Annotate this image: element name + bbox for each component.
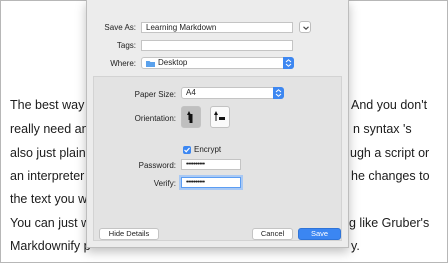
paper-size-value: A4: [186, 88, 196, 97]
doc-line-2-right: n syntax 's: [353, 122, 412, 136]
doc-line-7-right: y.: [351, 239, 360, 253]
hide-details-button[interactable]: Hide Details: [99, 228, 159, 240]
paper-size-stepper: [273, 87, 284, 99]
orientation-landscape-button[interactable]: [210, 106, 230, 128]
expand-toggle-button[interactable]: [299, 21, 311, 33]
doc-line-5-left: the text you w: [10, 192, 88, 206]
doc-line-3-right: ugh a script or: [350, 146, 430, 160]
doc-line-1-right: And you don't: [351, 98, 428, 112]
doc-line-4-left: an interpreter c: [10, 169, 95, 183]
password-input[interactable]: ••••••••••: [181, 159, 241, 170]
chevron-down-icon: [303, 26, 309, 30]
encrypt-checkbox[interactable]: [183, 146, 191, 154]
landscape-icon: [214, 111, 225, 121]
password-label: Password:: [138, 161, 176, 170]
tags-label: Tags:: [116, 41, 136, 50]
doc-line-7-left: Markdownify p: [10, 239, 91, 253]
where-value: Desktop: [158, 58, 188, 67]
updown-arrows-icon: [285, 59, 292, 67]
updown-arrows-icon: [275, 89, 282, 97]
orientation-label: Orientation:: [134, 114, 176, 123]
save-as-input[interactable]: Learning Markdown: [141, 22, 293, 33]
orientation-portrait-button[interactable]: [181, 106, 201, 128]
where-popup[interactable]: Desktop: [141, 57, 294, 69]
doc-line-4-right: he changes to: [351, 169, 430, 183]
verify-label: Verify:: [153, 179, 176, 188]
tags-input[interactable]: [141, 40, 293, 51]
where-label: Where:: [110, 59, 136, 68]
where-stepper: [283, 57, 294, 69]
doc-line-2-left: really need any: [10, 122, 95, 136]
verify-input[interactable]: ••••••••••: [181, 177, 241, 188]
portrait-icon: [187, 111, 193, 123]
doc-line-1-left: The best way t: [10, 98, 92, 112]
checkmark-icon: [184, 147, 190, 153]
paper-size-label: Paper Size:: [134, 90, 176, 99]
save-button[interactable]: Save: [298, 228, 341, 240]
doc-line-6-left: You can just w: [10, 216, 91, 230]
save-as-label: Save As:: [104, 23, 136, 32]
encrypt-label: Encrypt: [194, 145, 222, 154]
paper-size-popup[interactable]: A4: [181, 87, 284, 99]
cancel-button[interactable]: Cancel: [252, 228, 293, 240]
doc-line-6-right: g like Gruber's: [349, 216, 430, 230]
doc-line-3-left: also just plain t: [10, 146, 93, 160]
folder-icon: [146, 61, 155, 67]
